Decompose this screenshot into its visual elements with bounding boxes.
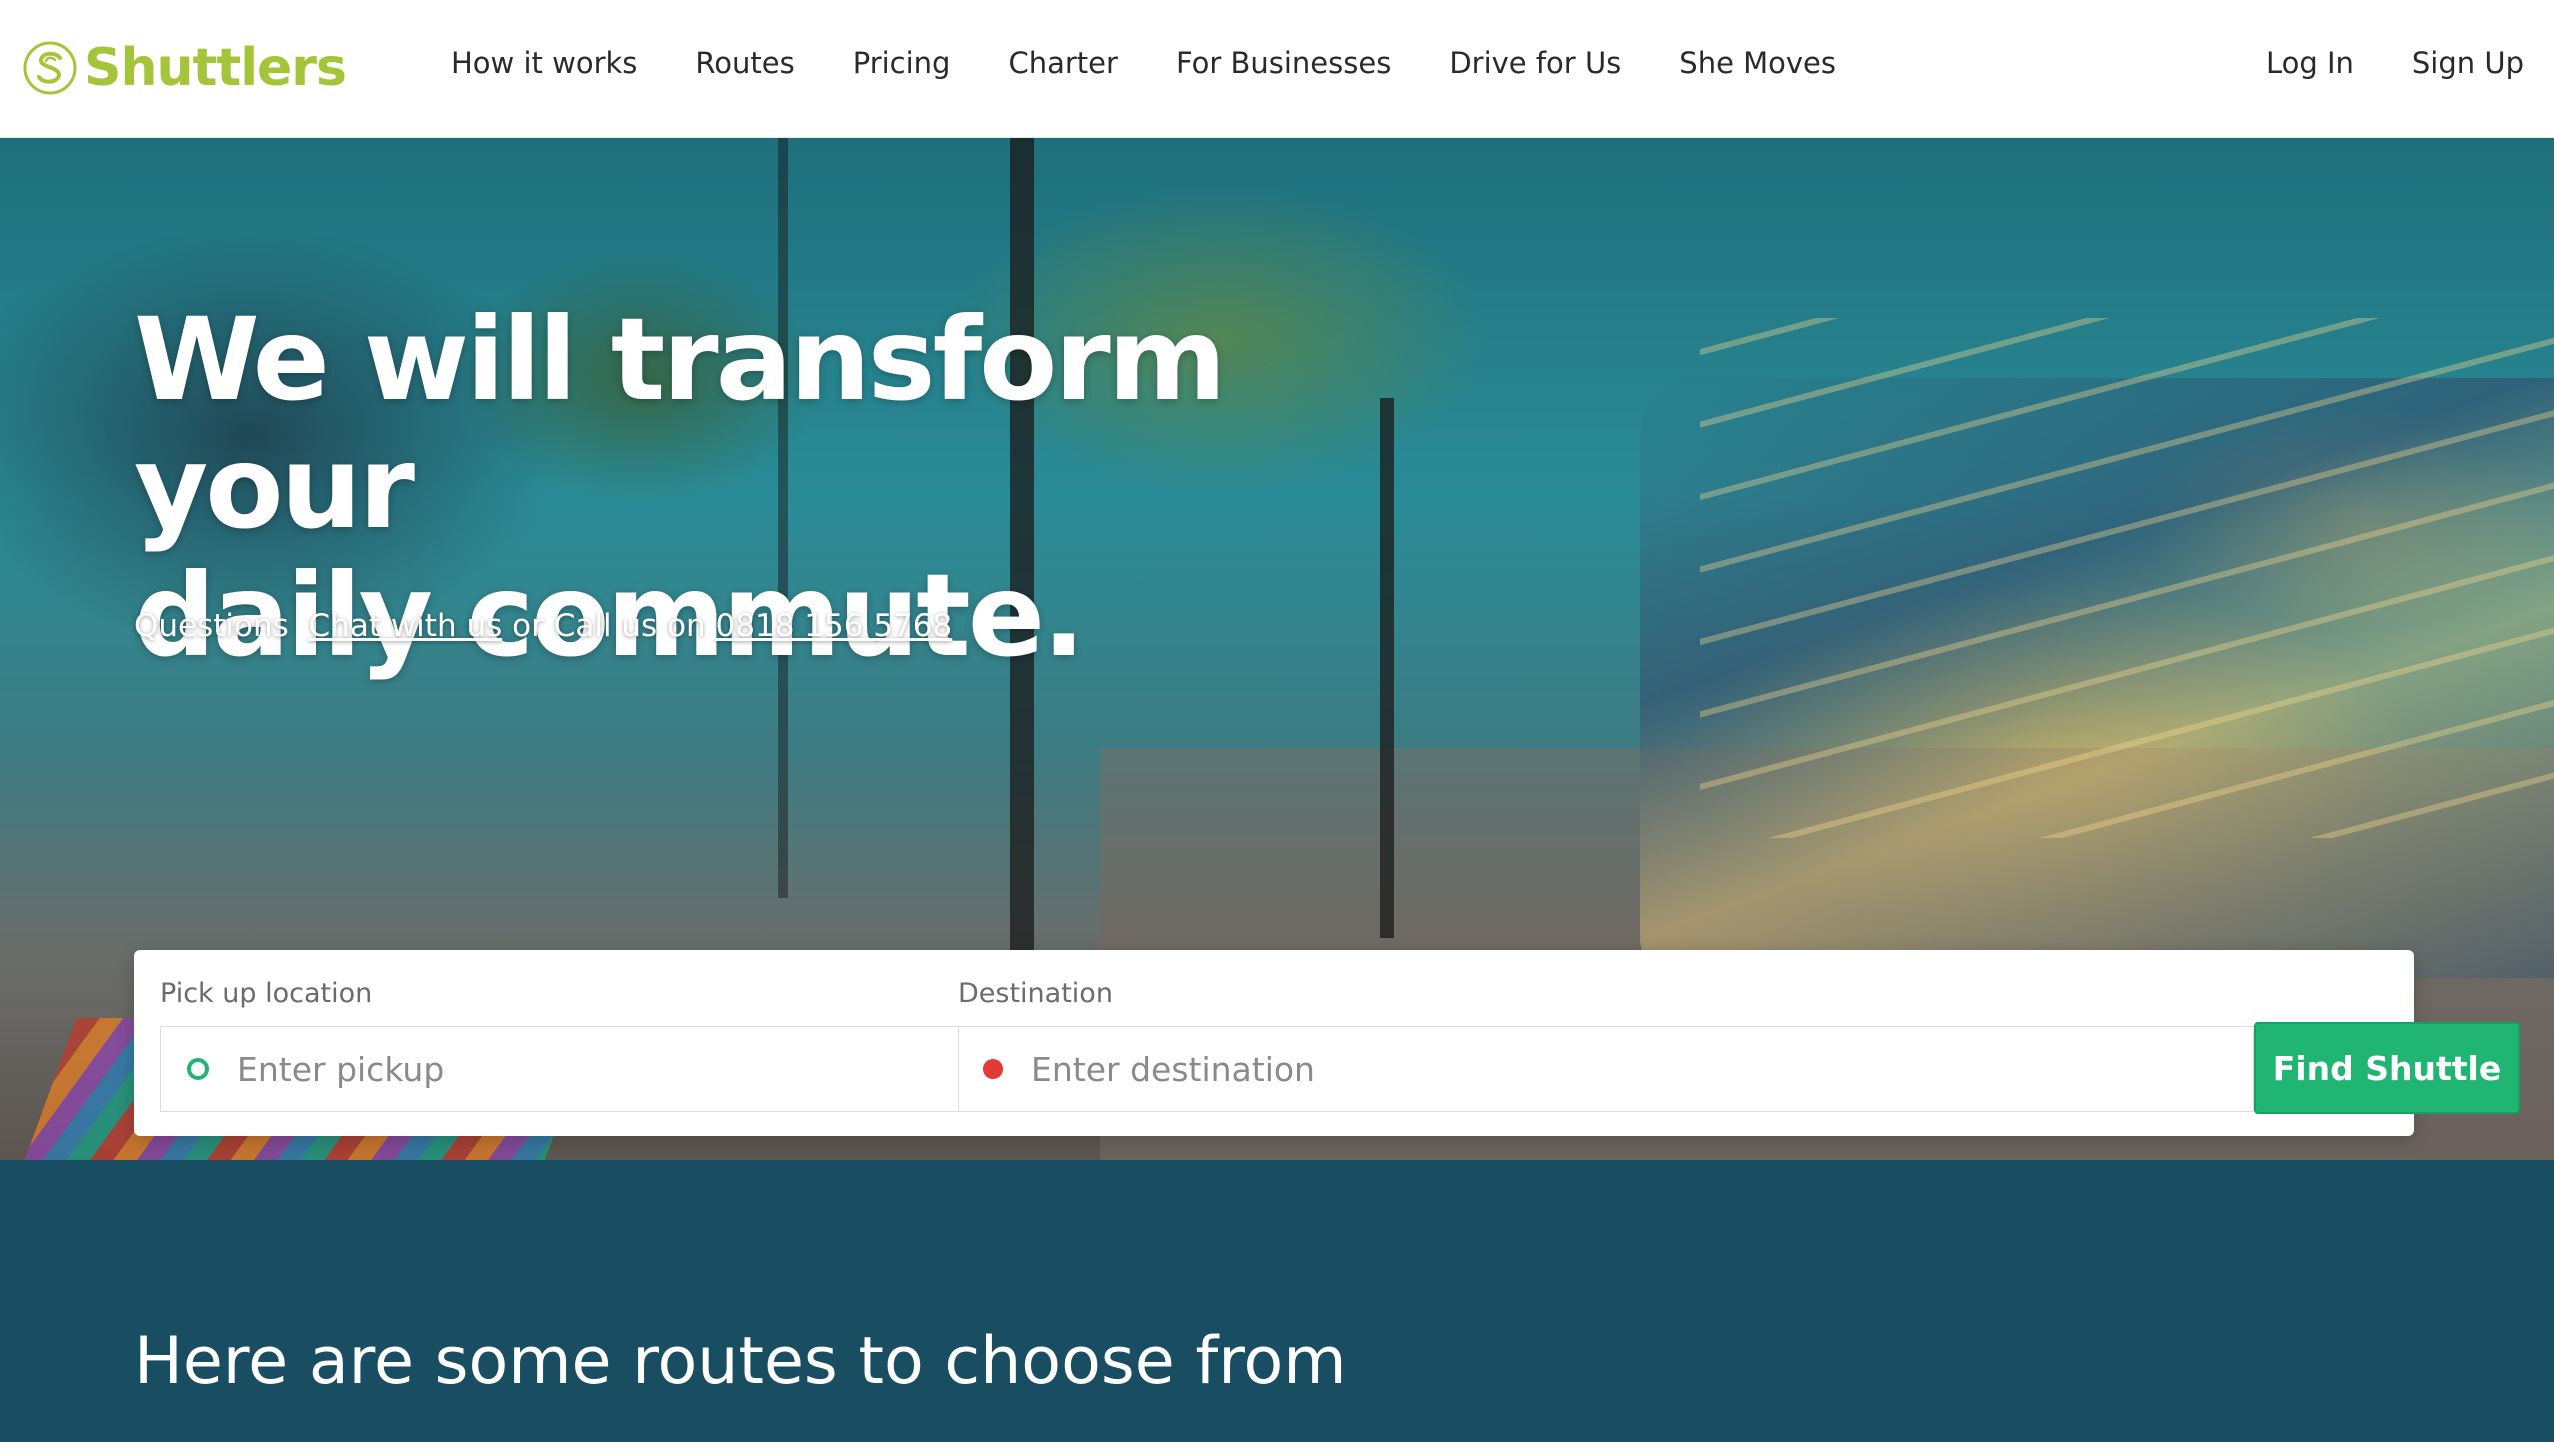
destination-label: Destination [958,978,1113,1009]
nav-charter[interactable]: Charter [1008,46,1117,80]
phone-link[interactable]: 0818 156 5768 [716,608,953,644]
nav-routes[interactable]: Routes [695,46,794,80]
routes-section: Here are some routes to choose from [0,1160,2554,1442]
hero-banner: We will transform your daily commute. Qu… [0,138,2554,1160]
destination-input[interactable] [1029,1048,2253,1090]
routes-section-title: Here are some routes to choose from [134,1324,1347,1399]
logo-text: Shuttlers [84,38,347,98]
hero-title-line-1: We will transform your [134,293,1227,554]
auth-links: Log In Sign Up [2208,46,2524,80]
nav-for-businesses[interactable]: For Businesses [1176,46,1391,80]
site-header: Shuttlers How it works Routes Pricing Ch… [0,0,2554,138]
contact-middle: or Call us on [512,608,706,644]
nav-how-it-works[interactable]: How it works [451,46,637,80]
pickup-dot-icon [187,1058,209,1080]
shuttlers-logo-icon [23,41,77,95]
chat-link[interactable]: Chat with us [309,608,503,644]
contact-prefix: Questions [134,608,289,644]
nav-she-moves[interactable]: She Moves [1679,46,1836,80]
find-shuttle-button[interactable]: Find Shuttle [2254,1022,2520,1114]
pickup-field[interactable] [160,1026,960,1112]
hero-light-streaks [1700,318,2554,838]
contact-line: Questions Chat with us or Call us on 081… [134,608,952,644]
logo[interactable]: Shuttlers [22,36,347,100]
shuttle-search-form: Pick up location Destination Find Shuttl… [134,950,2520,1136]
signup-link[interactable]: Sign Up [2412,46,2524,80]
destination-field[interactable] [958,1026,2254,1112]
destination-dot-icon [983,1059,1003,1079]
nav-drive-for-us[interactable]: Drive for Us [1449,46,1621,80]
pickup-label: Pick up location [160,978,373,1009]
login-link[interactable]: Log In [2266,46,2354,80]
nav-pricing[interactable]: Pricing [853,46,951,80]
pickup-input[interactable] [235,1048,959,1090]
main-nav: How it works Routes Pricing Charter For … [451,46,1894,80]
